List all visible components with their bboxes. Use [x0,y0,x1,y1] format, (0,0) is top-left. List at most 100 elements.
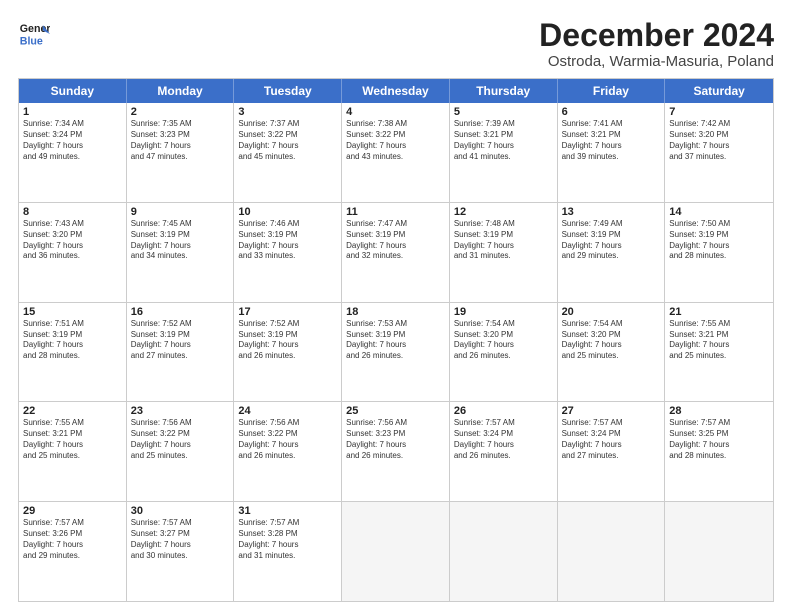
empty-cell [665,502,773,601]
main-title: December 2024 [539,18,774,53]
day-cell-3: 3Sunrise: 7:37 AMSunset: 3:22 PMDaylight… [234,103,342,202]
week-row-5: 29Sunrise: 7:57 AMSunset: 3:26 PMDayligh… [19,502,773,601]
cell-info: Sunrise: 7:57 AMSunset: 3:26 PMDaylight:… [23,518,122,561]
day-cell-7: 7Sunrise: 7:42 AMSunset: 3:20 PMDaylight… [665,103,773,202]
cell-info: Sunrise: 7:53 AMSunset: 3:19 PMDaylight:… [346,319,445,362]
day-number: 12 [454,206,553,218]
header-day-sunday: Sunday [19,79,127,103]
day-number: 4 [346,106,445,118]
day-number: 13 [562,206,661,218]
day-number: 19 [454,306,553,318]
day-cell-2: 2Sunrise: 7:35 AMSunset: 3:23 PMDaylight… [127,103,235,202]
cell-info: Sunrise: 7:56 AMSunset: 3:23 PMDaylight:… [346,418,445,461]
cell-info: Sunrise: 7:55 AMSunset: 3:21 PMDaylight:… [23,418,122,461]
calendar: SundayMondayTuesdayWednesdayThursdayFrid… [18,78,774,602]
day-number: 25 [346,405,445,417]
day-cell-11: 11Sunrise: 7:47 AMSunset: 3:19 PMDayligh… [342,203,450,302]
cell-info: Sunrise: 7:46 AMSunset: 3:19 PMDaylight:… [238,219,337,262]
empty-cell [558,502,666,601]
week-row-4: 22Sunrise: 7:55 AMSunset: 3:21 PMDayligh… [19,402,773,502]
day-cell-5: 5Sunrise: 7:39 AMSunset: 3:21 PMDaylight… [450,103,558,202]
day-cell-18: 18Sunrise: 7:53 AMSunset: 3:19 PMDayligh… [342,303,450,402]
day-cell-31: 31Sunrise: 7:57 AMSunset: 3:28 PMDayligh… [234,502,342,601]
day-number: 8 [23,206,122,218]
cell-info: Sunrise: 7:57 AMSunset: 3:24 PMDaylight:… [562,418,661,461]
day-number: 14 [669,206,769,218]
day-cell-8: 8Sunrise: 7:43 AMSunset: 3:20 PMDaylight… [19,203,127,302]
week-row-2: 8Sunrise: 7:43 AMSunset: 3:20 PMDaylight… [19,203,773,303]
cell-info: Sunrise: 7:43 AMSunset: 3:20 PMDaylight:… [23,219,122,262]
day-cell-26: 26Sunrise: 7:57 AMSunset: 3:24 PMDayligh… [450,402,558,501]
day-number: 10 [238,206,337,218]
cell-info: Sunrise: 7:35 AMSunset: 3:23 PMDaylight:… [131,119,230,162]
day-number: 28 [669,405,769,417]
cell-info: Sunrise: 7:39 AMSunset: 3:21 PMDaylight:… [454,119,553,162]
cell-info: Sunrise: 7:34 AMSunset: 3:24 PMDaylight:… [23,119,122,162]
header-day-thursday: Thursday [450,79,558,103]
day-number: 16 [131,306,230,318]
cell-info: Sunrise: 7:56 AMSunset: 3:22 PMDaylight:… [238,418,337,461]
day-number: 22 [23,405,122,417]
cell-info: Sunrise: 7:54 AMSunset: 3:20 PMDaylight:… [562,319,661,362]
empty-cell [450,502,558,601]
day-cell-30: 30Sunrise: 7:57 AMSunset: 3:27 PMDayligh… [127,502,235,601]
title-block: December 2024 Ostroda, Warmia-Masuria, P… [539,18,774,70]
header-day-wednesday: Wednesday [342,79,450,103]
header-day-friday: Friday [558,79,666,103]
day-cell-16: 16Sunrise: 7:52 AMSunset: 3:19 PMDayligh… [127,303,235,402]
cell-info: Sunrise: 7:47 AMSunset: 3:19 PMDaylight:… [346,219,445,262]
day-number: 7 [669,106,769,118]
day-number: 21 [669,306,769,318]
day-cell-25: 25Sunrise: 7:56 AMSunset: 3:23 PMDayligh… [342,402,450,501]
day-cell-29: 29Sunrise: 7:57 AMSunset: 3:26 PMDayligh… [19,502,127,601]
day-cell-17: 17Sunrise: 7:52 AMSunset: 3:19 PMDayligh… [234,303,342,402]
cell-info: Sunrise: 7:52 AMSunset: 3:19 PMDaylight:… [238,319,337,362]
day-number: 31 [238,505,337,517]
day-cell-24: 24Sunrise: 7:56 AMSunset: 3:22 PMDayligh… [234,402,342,501]
cell-info: Sunrise: 7:50 AMSunset: 3:19 PMDaylight:… [669,219,769,262]
cell-info: Sunrise: 7:57 AMSunset: 3:28 PMDaylight:… [238,518,337,561]
week-row-3: 15Sunrise: 7:51 AMSunset: 3:19 PMDayligh… [19,303,773,403]
logo-icon: General Blue [18,18,50,50]
day-cell-1: 1Sunrise: 7:34 AMSunset: 3:24 PMDaylight… [19,103,127,202]
empty-cell [342,502,450,601]
calendar-body: 1Sunrise: 7:34 AMSunset: 3:24 PMDaylight… [19,103,773,601]
header-day-tuesday: Tuesday [234,79,342,103]
day-number: 18 [346,306,445,318]
page: General Blue December 2024 Ostroda, Warm… [0,0,792,612]
svg-text:Blue: Blue [20,36,43,48]
cell-info: Sunrise: 7:37 AMSunset: 3:22 PMDaylight:… [238,119,337,162]
day-cell-10: 10Sunrise: 7:46 AMSunset: 3:19 PMDayligh… [234,203,342,302]
cell-info: Sunrise: 7:57 AMSunset: 3:24 PMDaylight:… [454,418,553,461]
header: General Blue December 2024 Ostroda, Warm… [18,18,774,70]
day-cell-14: 14Sunrise: 7:50 AMSunset: 3:19 PMDayligh… [665,203,773,302]
day-number: 15 [23,306,122,318]
day-cell-20: 20Sunrise: 7:54 AMSunset: 3:20 PMDayligh… [558,303,666,402]
calendar-header: SundayMondayTuesdayWednesdayThursdayFrid… [19,79,773,103]
cell-info: Sunrise: 7:49 AMSunset: 3:19 PMDaylight:… [562,219,661,262]
cell-info: Sunrise: 7:57 AMSunset: 3:27 PMDaylight:… [131,518,230,561]
cell-info: Sunrise: 7:55 AMSunset: 3:21 PMDaylight:… [669,319,769,362]
day-number: 23 [131,405,230,417]
subtitle: Ostroda, Warmia-Masuria, Poland [539,53,774,70]
day-cell-23: 23Sunrise: 7:56 AMSunset: 3:22 PMDayligh… [127,402,235,501]
cell-info: Sunrise: 7:54 AMSunset: 3:20 PMDaylight:… [454,319,553,362]
day-number: 29 [23,505,122,517]
cell-info: Sunrise: 7:52 AMSunset: 3:19 PMDaylight:… [131,319,230,362]
cell-info: Sunrise: 7:41 AMSunset: 3:21 PMDaylight:… [562,119,661,162]
day-cell-4: 4Sunrise: 7:38 AMSunset: 3:22 PMDaylight… [342,103,450,202]
day-number: 5 [454,106,553,118]
day-cell-27: 27Sunrise: 7:57 AMSunset: 3:24 PMDayligh… [558,402,666,501]
day-number: 6 [562,106,661,118]
day-cell-22: 22Sunrise: 7:55 AMSunset: 3:21 PMDayligh… [19,402,127,501]
day-cell-6: 6Sunrise: 7:41 AMSunset: 3:21 PMDaylight… [558,103,666,202]
day-cell-21: 21Sunrise: 7:55 AMSunset: 3:21 PMDayligh… [665,303,773,402]
cell-info: Sunrise: 7:38 AMSunset: 3:22 PMDaylight:… [346,119,445,162]
header-day-monday: Monday [127,79,235,103]
day-number: 11 [346,206,445,218]
day-number: 24 [238,405,337,417]
day-cell-19: 19Sunrise: 7:54 AMSunset: 3:20 PMDayligh… [450,303,558,402]
day-number: 17 [238,306,337,318]
day-number: 3 [238,106,337,118]
cell-info: Sunrise: 7:51 AMSunset: 3:19 PMDaylight:… [23,319,122,362]
